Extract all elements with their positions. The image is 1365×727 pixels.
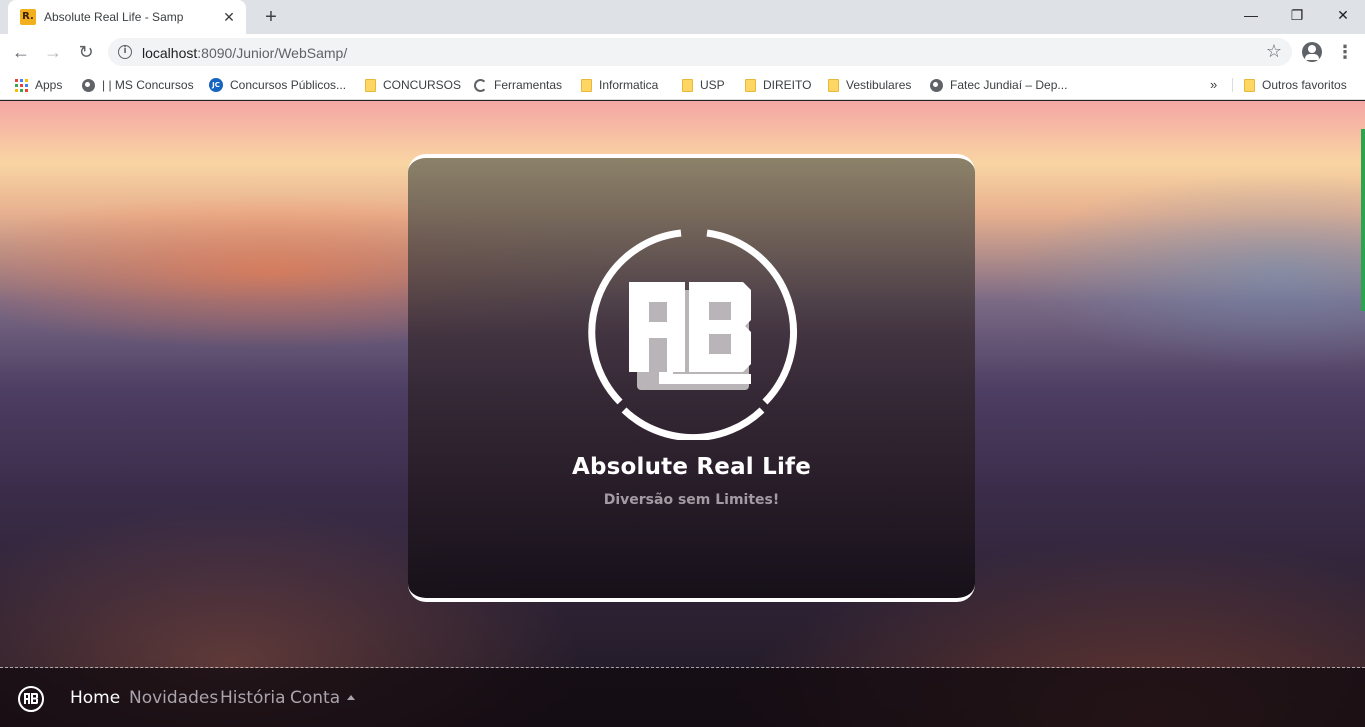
url-text[interactable]: localhost:8090/Junior/WebSamp/ xyxy=(142,45,347,61)
browser-tab[interactable]: R. Absolute Real Life - Samp ✕ xyxy=(8,0,246,34)
scroll-accent-bar xyxy=(1361,129,1365,311)
server-logo xyxy=(585,224,801,442)
hero-card: Absolute Real Life Diversão sem Limites! xyxy=(408,154,975,602)
bookmark-label: Apps xyxy=(35,78,63,92)
folder-icon xyxy=(1244,78,1255,92)
bookmark-usp[interactable]: USP xyxy=(682,76,725,94)
bookmark-ferramentas[interactable]: Ferramentas xyxy=(474,76,562,94)
folder-icon xyxy=(581,78,592,92)
browser-toolbar: ← → ↻ i localhost:8090/Junior/WebSamp/ ☆… xyxy=(0,34,1365,70)
folder-icon xyxy=(745,78,756,92)
address-bar[interactable]: i localhost:8090/Junior/WebSamp/ ☆ xyxy=(108,38,1292,66)
bookmark-concursos[interactable]: CONCURSOS xyxy=(365,76,461,94)
bookmark-fatec-jundiai[interactable]: Fatec Jundiaí – Dep... xyxy=(930,76,1067,94)
nav-item-conta[interactable]: Conta xyxy=(290,688,356,708)
ab-logo-icon xyxy=(588,229,797,442)
jc-icon: JC xyxy=(209,78,223,92)
kebab-menu-icon[interactable]: ⋮ xyxy=(1336,41,1354,63)
globe-icon xyxy=(930,78,943,92)
nav-item-conta-label: Conta xyxy=(290,688,341,708)
reload-icon[interactable]: ↻ xyxy=(73,39,99,65)
bookmark-informatica[interactable]: Informatica xyxy=(581,76,658,94)
bookmark-label: USP xyxy=(700,78,725,92)
caret-up-icon xyxy=(347,695,356,700)
bookmark-direito[interactable]: DIREITO xyxy=(745,76,811,94)
bookmark-outros-favoritos[interactable]: Outros favoritos xyxy=(1244,76,1347,94)
nav-item-historia[interactable]: História xyxy=(220,688,286,708)
bookmark-ms-concursos[interactable]: | | MS Concursos xyxy=(82,76,194,94)
tab-title: Absolute Real Life - Samp xyxy=(44,10,184,24)
bookmark-label: Vestibulares xyxy=(846,78,912,92)
bookmark-label: CONCURSOS xyxy=(383,78,462,92)
site-favicon-icon: R. xyxy=(20,9,36,25)
page-viewport: Absolute Real Life Diversão sem Limites!… xyxy=(0,101,1365,727)
url-host: localhost xyxy=(142,45,198,61)
bookmarks-divider xyxy=(1232,78,1233,92)
close-tab-icon[interactable]: ✕ xyxy=(220,8,238,26)
hero-subtitle: Diversão sem Limites! xyxy=(603,492,780,508)
bookmarks-bar: Apps | | MS Concursos JC Concursos Públi… xyxy=(0,70,1365,100)
bookmark-vestibulares[interactable]: Vestibulares xyxy=(828,76,911,94)
hero-title: Absolute Real Life xyxy=(571,454,812,480)
folder-icon xyxy=(682,78,693,92)
bookmark-apps[interactable]: Apps xyxy=(15,76,62,94)
nav-logo-icon[interactable] xyxy=(17,685,45,713)
bookmark-label: Fatec Jundiaí – Dep... xyxy=(950,78,1068,92)
new-tab-icon[interactable]: + xyxy=(260,6,282,28)
site-navbar: Home Novidades História Conta xyxy=(0,668,1365,727)
bookmark-label: Informatica xyxy=(599,78,659,92)
bookmark-label: | | MS Concursos xyxy=(102,78,194,92)
folder-icon xyxy=(365,78,376,92)
profile-avatar-icon[interactable] xyxy=(1302,42,1322,62)
forward-arrow-icon[interactable]: → xyxy=(40,39,66,65)
minimize-icon[interactable]: — xyxy=(1228,0,1274,30)
bookmark-label: Ferramentas xyxy=(494,78,563,92)
tool-icon xyxy=(474,78,487,92)
restore-icon[interactable]: ❐ xyxy=(1274,0,1320,30)
more-bookmarks-icon[interactable]: » xyxy=(1210,77,1217,92)
bookmark-label: Outros favoritos xyxy=(1262,78,1347,92)
nav-item-home[interactable]: Home xyxy=(70,688,120,708)
close-window-icon[interactable]: ✕ xyxy=(1320,0,1365,30)
back-arrow-icon[interactable]: ← xyxy=(8,39,34,65)
bookmark-concursos-publicos[interactable]: JC Concursos Públicos... xyxy=(209,76,346,94)
tab-strip: R. Absolute Real Life - Samp ✕ + — ❐ ✕ xyxy=(0,0,1365,34)
url-path: :8090/Junior/WebSamp/ xyxy=(197,45,348,61)
globe-icon xyxy=(82,78,95,92)
bookmark-label: Concursos Públicos... xyxy=(230,78,347,92)
bookmark-star-icon[interactable]: ☆ xyxy=(1266,41,1282,62)
site-info-icon[interactable]: i xyxy=(118,45,132,59)
folder-icon xyxy=(828,78,839,92)
bookmark-label: DIREITO xyxy=(763,78,812,92)
apps-grid-icon xyxy=(15,78,28,92)
nav-item-novidades[interactable]: Novidades xyxy=(129,688,218,708)
